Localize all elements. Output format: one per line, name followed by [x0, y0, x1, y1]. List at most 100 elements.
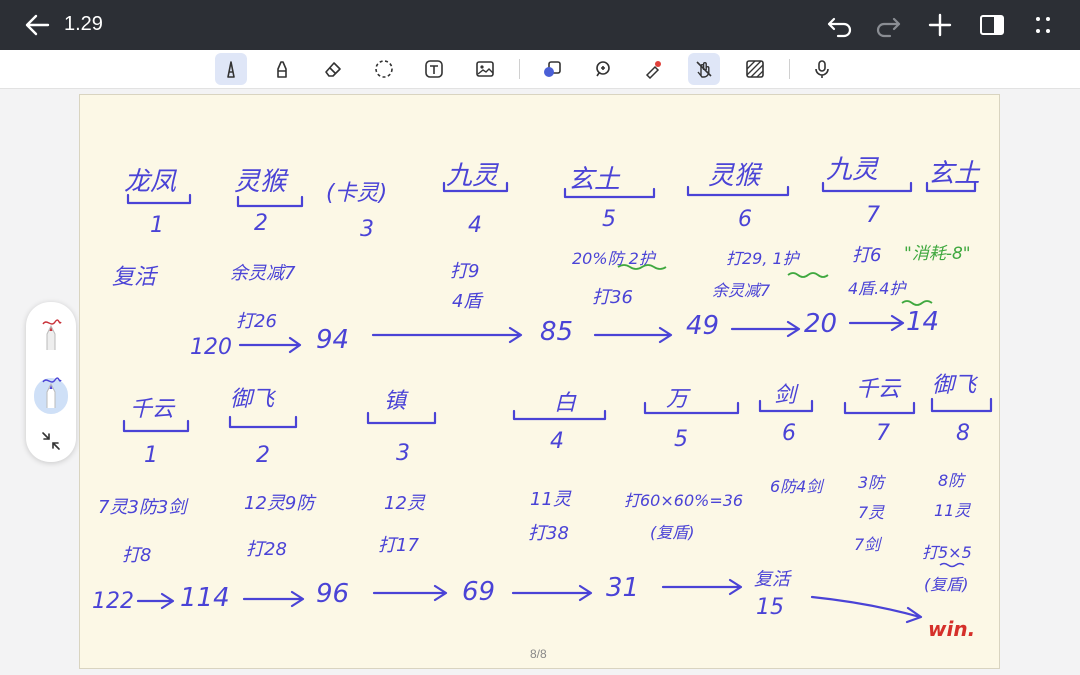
hp-value: 20: [804, 309, 838, 339]
undo-icon[interactable]: [824, 10, 854, 40]
pen-quick-panel: [26, 302, 76, 462]
hero-bracket: [643, 401, 740, 415]
hp-value: 复活: [754, 569, 790, 590]
grid-pattern-tool[interactable]: [739, 53, 771, 85]
microphone-icon: [815, 60, 829, 78]
hp-value: 31: [606, 573, 640, 603]
slot-number: 3: [360, 217, 374, 242]
note-text: 11灵: [530, 489, 571, 510]
hero-name: 镇: [384, 389, 407, 414]
slot-number: 8: [956, 421, 970, 446]
hand-draw-toggle-icon: [696, 61, 712, 78]
note-text: 7灵: [858, 503, 885, 522]
chain-arrow: [136, 592, 175, 610]
slot-number: 2: [256, 443, 270, 468]
hero-name: 玄土: [928, 159, 981, 189]
emphasis-squiggle: [939, 562, 965, 568]
pen-red-icon[interactable]: [37, 316, 65, 352]
pen-blue-icon[interactable]: [37, 374, 65, 410]
chain-arrow: [511, 584, 593, 602]
hero-name: 御飞: [932, 373, 977, 398]
note-text: 打60×60%=36: [624, 491, 744, 510]
hero-name: 灵猴: [234, 167, 287, 197]
note-text: 打38: [528, 523, 569, 544]
eraser-tool[interactable]: [317, 53, 349, 85]
image-tool[interactable]: [469, 53, 501, 85]
note-text: 打28: [246, 539, 287, 560]
laser-pointer-tool[interactable]: [637, 53, 669, 85]
note-text: 余灵减7: [712, 281, 771, 300]
zoom-tool[interactable]: [587, 53, 619, 85]
hero-bracket: [930, 397, 993, 413]
note-text: 4盾: [452, 291, 482, 312]
hero-name: 九灵: [826, 155, 879, 185]
hp-value: 120: [190, 335, 232, 360]
hp-value: 49: [686, 311, 720, 341]
note-text: 7灵3防3剑: [98, 497, 187, 518]
hero-bracket: [843, 401, 916, 415]
chain-arrow: [810, 595, 923, 624]
hand-draw-toggle[interactable]: [688, 53, 720, 85]
microphone-tool[interactable]: [806, 53, 838, 85]
hero-name: 白: [554, 391, 577, 416]
note-text: 复活: [112, 265, 157, 290]
hero-bracket: [228, 415, 298, 429]
chain-arrow: [661, 578, 743, 596]
slot-number: 4: [468, 213, 482, 238]
more-icon[interactable]: [1028, 10, 1058, 40]
note-text: 打17: [378, 535, 419, 556]
chain-arrow: [730, 320, 801, 338]
plus-icon[interactable]: [925, 10, 955, 40]
note-text: 打29, 1护: [726, 249, 799, 268]
note-text-green: "消耗-8": [904, 244, 971, 264]
slot-number: 6: [782, 421, 796, 446]
marker-tool[interactable]: [266, 53, 298, 85]
hero-name: 千云: [130, 397, 175, 422]
note-text: 12灵9防: [244, 493, 315, 514]
shapes-icon: [544, 61, 561, 77]
laser-pointer-icon: [645, 61, 661, 79]
note-text: (复盾): [650, 523, 695, 542]
note-text: 打26: [236, 311, 277, 332]
slot-number: 1: [144, 443, 158, 468]
note-text: 打36: [592, 287, 633, 308]
lasso-tool[interactable]: [368, 53, 400, 85]
split-view-icon[interactable]: [977, 10, 1007, 40]
note-text: 8防: [938, 471, 965, 490]
hp-value: 94: [316, 325, 350, 355]
marker-icon: [277, 61, 287, 78]
collapse-icon[interactable]: [40, 430, 62, 452]
text-tool[interactable]: [418, 53, 450, 85]
chain-arrow: [593, 326, 673, 344]
note-text: 7剑: [854, 535, 881, 554]
note-text: 20%防 2护: [572, 249, 655, 268]
redo-icon[interactable]: [874, 10, 904, 40]
chain-arrow: [371, 326, 523, 344]
top-bar: 1.29: [0, 0, 1080, 50]
slot-number: 1: [150, 213, 164, 238]
shapes-tool[interactable]: [536, 53, 568, 85]
back-arrow-icon[interactable]: [20, 10, 54, 40]
slot-number: 7: [866, 203, 880, 228]
hero-name: 龙凤: [124, 167, 177, 197]
lasso-icon: [375, 60, 393, 78]
image-icon: [476, 61, 494, 77]
emphasis-squiggle: [787, 272, 829, 278]
grid-pattern-icon: [746, 60, 764, 78]
toolbar-divider: [789, 59, 790, 79]
slot-number: 3: [396, 441, 410, 466]
hp-value: 122: [92, 589, 134, 614]
toolbar-divider: [519, 59, 520, 79]
page-indicator: 8/8: [530, 647, 547, 661]
note-text: 打6: [852, 245, 882, 266]
hero-name: (卡灵): [326, 181, 388, 206]
pen-tool[interactable]: [215, 53, 247, 85]
hero-name: 万: [666, 387, 689, 412]
note-canvas[interactable]: 龙凤 灵猴 (卡灵) 九灵 玄土 灵猴 九灵 玄土 1 2 3 4 5 6 7 …: [79, 94, 1000, 669]
drawing-toolbar: [0, 50, 1080, 89]
note-title[interactable]: 1.29: [64, 13, 103, 36]
text-icon: [425, 60, 443, 78]
hp-value: 14: [906, 307, 940, 337]
hero-name: 千云: [856, 377, 901, 402]
chain-arrow: [242, 590, 305, 608]
